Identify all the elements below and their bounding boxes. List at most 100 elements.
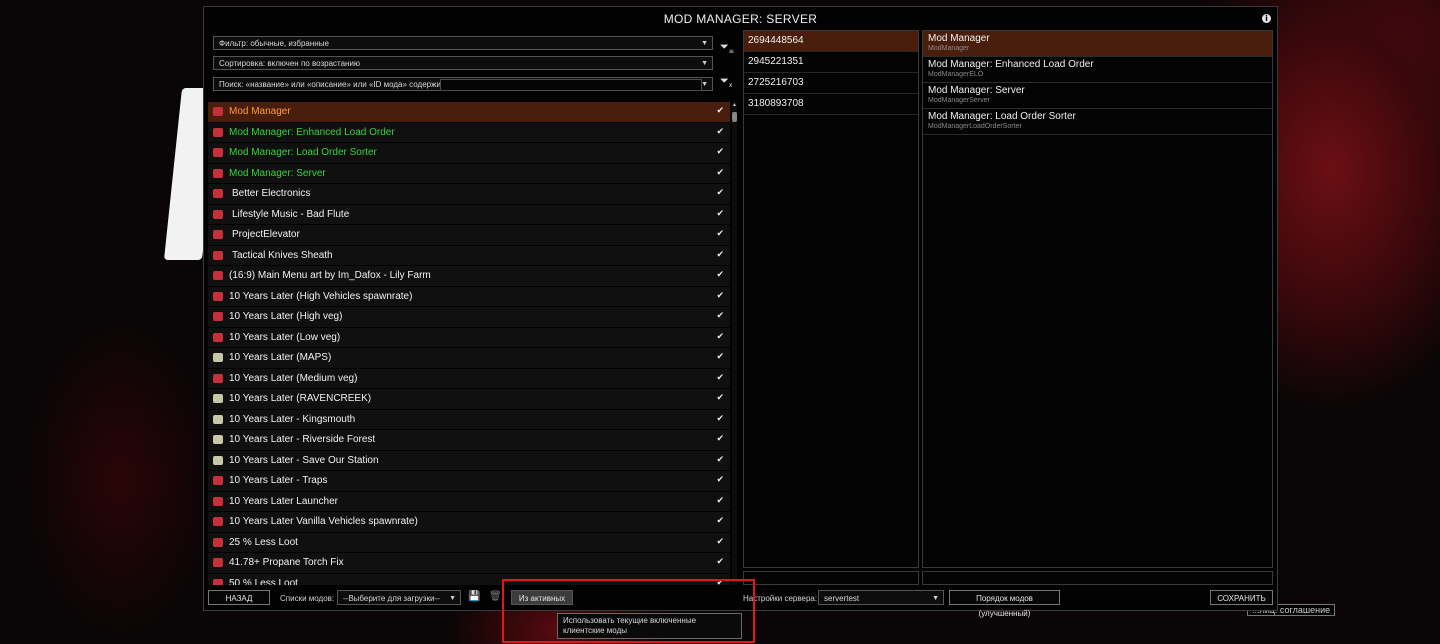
server-settings-value: servertest	[824, 594, 860, 603]
workshop-id-item[interactable]: 3180893708	[744, 94, 918, 115]
mod-list-item[interactable]: Mod Manager: Load Order Sorter ✔	[208, 143, 730, 163]
mod-name: Mod Manager	[229, 106, 291, 117]
mod-list-item[interactable]: 10 Years Later (High Vehicles spawnrate)…	[208, 286, 730, 307]
workshop-id-input[interactable]	[743, 571, 919, 585]
workshop-id-item[interactable]: 2694448564	[744, 31, 918, 52]
server-mod-name: Mod Manager: Enhanced Load Order	[928, 59, 1094, 70]
search-input[interactable]	[440, 79, 702, 91]
mod-name: 10 Years Later - Save Our Station	[229, 454, 379, 466]
checkmark-icon[interactable]: ✔	[716, 266, 724, 286]
map-mod-icon	[213, 435, 223, 444]
save-button[interactable]: СОХРАНИТЬ	[1210, 590, 1273, 605]
search-field[interactable]: Поиск: «название» или «описание» или «ID…	[213, 77, 713, 91]
mod-icon	[213, 578, 223, 585]
checkmark-icon[interactable]: ✔	[716, 471, 724, 491]
checkmark-icon[interactable]: ✔	[716, 287, 724, 307]
server-mod-name: Mod Manager	[928, 33, 990, 44]
mod-list-item[interactable]: 10 Years Later - Traps ✔	[208, 471, 730, 491]
workshop-id-item[interactable]: 2945221351	[744, 52, 918, 73]
back-button[interactable]: НАЗАД	[208, 590, 270, 605]
checkmark-icon[interactable]: ✔	[716, 225, 724, 245]
mod-list-item[interactable]: ProjectElevator ✔	[208, 225, 730, 245]
checkmark-icon[interactable]: ✔	[716, 533, 724, 553]
modlists-dropdown[interactable]: --Выберите для загрузки-- ▼	[337, 590, 461, 605]
checkmark-icon[interactable]: ✔	[716, 328, 724, 348]
checkmark-icon[interactable]: ✔	[716, 246, 724, 266]
mod-list-item[interactable]: 10 Years Later (High veg) ✔	[208, 307, 730, 327]
mod-name: (16:9) Main Menu art by Im_Dafox - Lily …	[229, 270, 431, 281]
checkmark-icon[interactable]: ✔	[716, 389, 724, 409]
mod-list-item[interactable]: Mod Manager ✔	[208, 102, 730, 122]
map-mod-icon	[213, 394, 223, 403]
mod-icon	[213, 373, 223, 383]
workshop-id-item[interactable]: 2725216703	[744, 73, 918, 94]
checkmark-icon[interactable]: ✔	[716, 102, 724, 122]
mod-list-item[interactable]: 10 Years Later - Kingsmouth ✔	[208, 409, 730, 430]
mod-list-item[interactable]: 10 Years Later (RAVENCREEK) ✔	[208, 389, 730, 409]
checkmark-icon[interactable]: ✔	[716, 451, 724, 471]
mod-list-item[interactable]: 41.78+ Propane Torch Fix ✔	[208, 553, 730, 573]
checkmark-icon[interactable]: ✔	[716, 307, 724, 327]
map-mod-icon	[213, 455, 223, 465]
mod-list-scrollbar[interactable]: ▲	[732, 102, 737, 585]
checkmark-icon[interactable]: ✔	[716, 430, 724, 450]
mod-list-item[interactable]: (16:9) Main Menu art by Im_Dafox - Lily …	[208, 266, 730, 286]
mod-list-item[interactable]: 10 Years Later Vanilla Vehicles spawnrat…	[208, 512, 730, 532]
checkmark-icon[interactable]: ✔	[716, 512, 724, 532]
info-icon[interactable]: i	[1262, 14, 1271, 23]
clear-filter-icon[interactable]: ⏷x	[720, 74, 732, 89]
checkmark-icon[interactable]: ✔	[716, 492, 724, 512]
checkmark-icon[interactable]: ✔	[716, 164, 724, 184]
checkmark-icon[interactable]: ✔	[716, 184, 724, 204]
server-settings-dropdown[interactable]: servertest ▼	[818, 590, 944, 605]
chevron-down-icon: ▼	[701, 81, 708, 88]
scroll-up-icon[interactable]: ▲	[732, 102, 737, 108]
mod-icon	[213, 189, 223, 198]
filter-settings-icon[interactable]: ⏷≡	[720, 40, 734, 55]
mod-manager-window: MOD MANAGER: SERVER i Фильтр: обычные, и…	[203, 6, 1278, 618]
mod-icon	[213, 332, 223, 342]
checkmark-icon[interactable]: ✔	[716, 123, 724, 143]
mod-name: 10 Years Later - Traps	[229, 475, 328, 486]
load-order-button[interactable]: Порядок модов (улучшенный)	[949, 590, 1060, 618]
checkmark-icon[interactable]: ✔	[716, 205, 724, 225]
mod-list-item[interactable]: Better Electronics ✔	[208, 184, 730, 204]
mod-list-item[interactable]: 10 Years Later (Low veg) ✔	[208, 327, 730, 348]
checkmark-icon[interactable]: ✔	[716, 348, 724, 368]
server-mod-item[interactable]: Mod Manager: Enhanced Load Order ModManag…	[923, 57, 1272, 83]
sort-dropdown-label: Сортировка: включен по возрастанию	[219, 59, 360, 68]
mod-list-item[interactable]: Lifestyle Music - Bad Flute ✔	[208, 204, 730, 225]
save-list-icon[interactable]: 💾	[468, 591, 480, 602]
server-mod-input[interactable]	[922, 571, 1273, 585]
mod-list-item[interactable]: 10 Years Later - Save Our Station ✔	[208, 450, 730, 471]
filter-dropdown[interactable]: Фильтр: обычные, избранные ▼	[213, 36, 713, 50]
checkmark-icon[interactable]: ✔	[716, 369, 724, 389]
mod-icon	[213, 496, 223, 506]
window-title: MOD MANAGER: SERVER	[663, 12, 818, 26]
checkmark-icon[interactable]: ✔	[716, 143, 724, 163]
chevron-down-icon: ▼	[701, 60, 708, 67]
mod-name: 10 Years Later (Medium veg)	[229, 372, 358, 384]
server-mod-id: ModManagerServer	[928, 97, 990, 104]
server-mod-item[interactable]: Mod Manager ModManager	[923, 31, 1272, 57]
checkmark-icon[interactable]: ✔	[716, 553, 724, 573]
mod-icon	[213, 168, 223, 178]
scrollbar-thumb[interactable]	[732, 112, 737, 122]
mod-list-item[interactable]: 10 Years Later (MAPS) ✔	[208, 348, 730, 368]
mod-list-item[interactable]: Mod Manager: Enhanced Load Order ✔	[208, 122, 730, 143]
mod-name: Better Electronics	[232, 188, 311, 199]
mod-list-item[interactable]: Mod Manager: Server ✔	[208, 163, 730, 184]
mod-name: 41.78+ Propane Torch Fix	[229, 557, 344, 568]
mod-name: 10 Years Later (RAVENCREEK)	[229, 393, 372, 404]
mod-list-item[interactable]: 25 % Less Loot ✔	[208, 532, 730, 553]
server-mod-item[interactable]: Mod Manager: Server ModManagerServer	[923, 83, 1272, 109]
chevron-down-icon: ▼	[701, 40, 708, 47]
delete-list-icon[interactable]: 🗑	[489, 591, 502, 602]
mod-list-item[interactable]: 10 Years Later Launcher ✔	[208, 491, 730, 512]
mod-list-item[interactable]: 10 Years Later (Medium veg) ✔	[208, 368, 730, 389]
server-mod-item[interactable]: Mod Manager: Load Order Sorter ModManager…	[923, 109, 1272, 135]
sort-dropdown[interactable]: Сортировка: включен по возрастанию ▼	[213, 56, 713, 70]
mod-list-item[interactable]: Tactical Knives Sheath ✔	[208, 245, 730, 266]
checkmark-icon[interactable]: ✔	[716, 410, 724, 430]
mod-list-item[interactable]: 10 Years Later - Riverside Forest ✔	[208, 430, 730, 450]
